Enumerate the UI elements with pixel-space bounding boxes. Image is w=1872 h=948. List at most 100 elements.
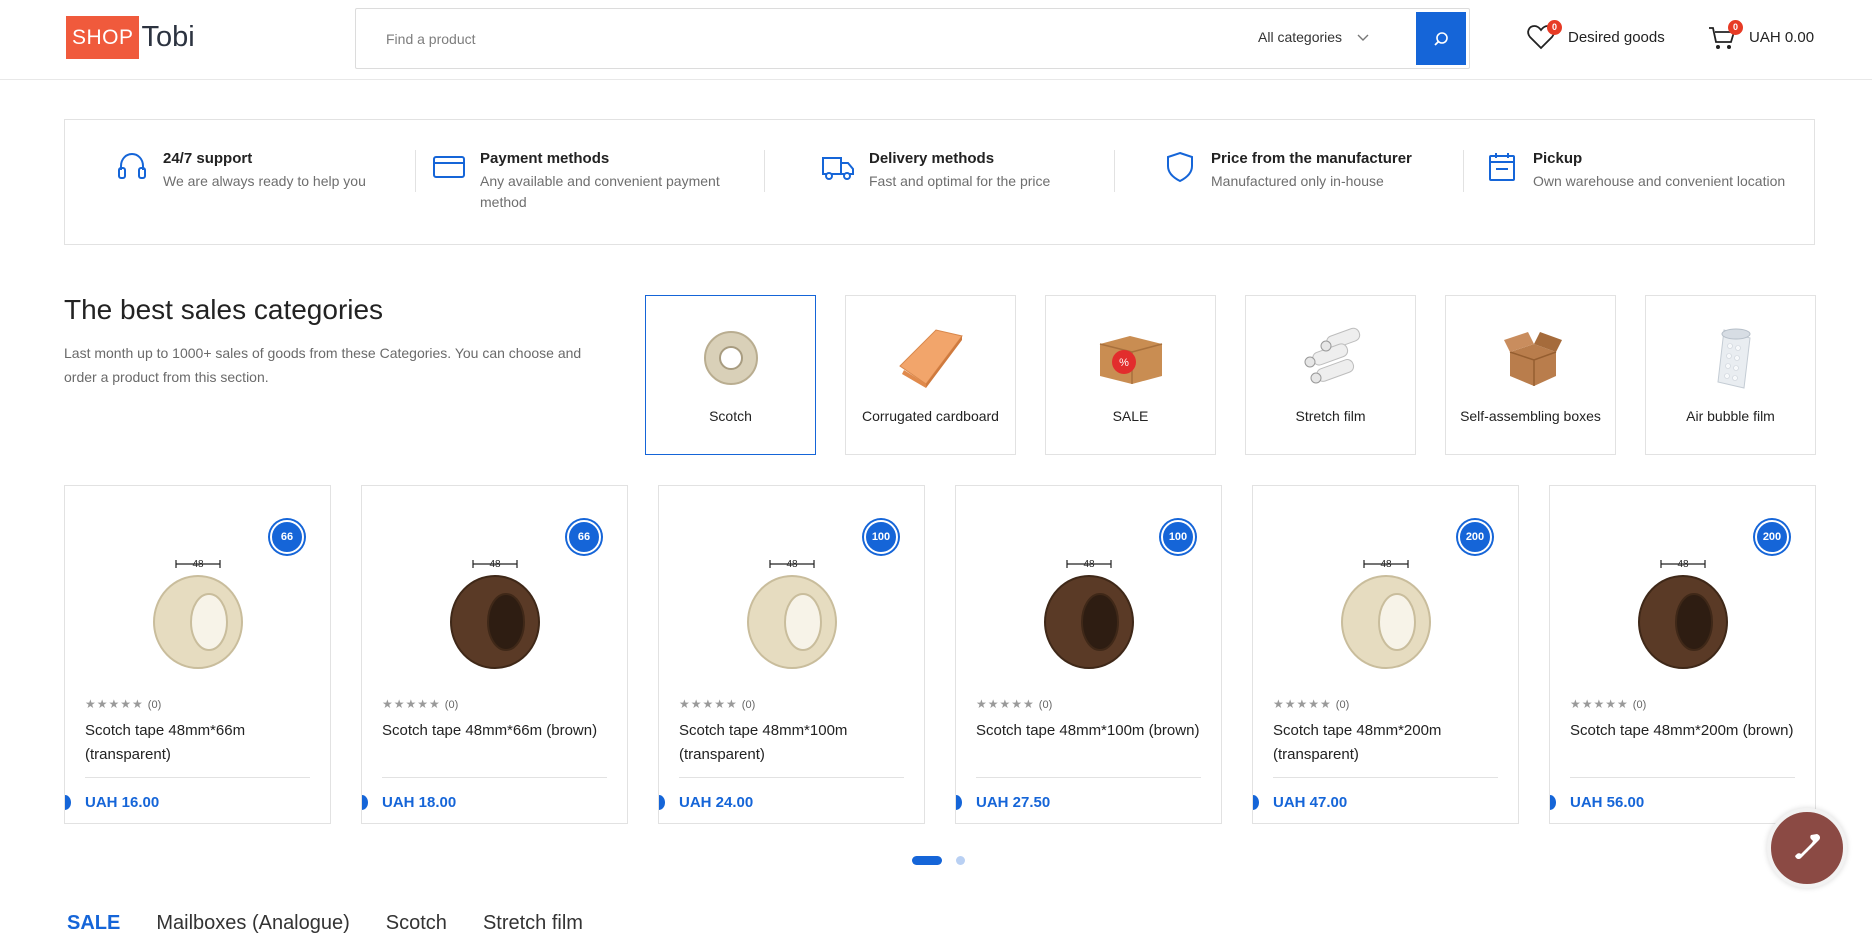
open-box-icon — [1503, 332, 1562, 386]
category-card-sale[interactable]: % SALE — [1045, 295, 1216, 455]
divider — [679, 777, 904, 778]
rating-stars: ★★★★★ (0) — [679, 697, 755, 711]
category-card-scotch[interactable]: Scotch — [645, 295, 816, 455]
star-icons: ★★★★★ — [85, 697, 144, 711]
product-name[interactable]: Scotch tape 48mm*100m (transparent) — [679, 719, 909, 767]
category-label: Scotch — [709, 408, 752, 424]
tape-roll-image: 48 — [1637, 559, 1728, 669]
cart-icon: 0 — [1707, 20, 1743, 52]
product-name[interactable]: Scotch tape 48mm*66m (brown) — [382, 719, 612, 743]
product-name[interactable]: Scotch tape 48mm*200m (transparent) — [1273, 719, 1503, 767]
stretch-film-icon — [1304, 327, 1360, 384]
price-marker — [1253, 795, 1259, 810]
length-badge: 66 — [270, 520, 304, 554]
category-card-air-bubble-film[interactable]: Air bubble film — [1645, 295, 1816, 455]
carousel-pagination — [912, 856, 965, 865]
product-card[interactable]: 200 48 ★★★★★ (0) Scotch tape 48mm*200m (brow… — [1549, 485, 1816, 824]
feature-subtitle: Any available and convenient payment met… — [480, 173, 720, 210]
category-label: Corrugated cardboard — [862, 408, 999, 424]
feature-payment: Payment methods Any available and conven… — [432, 150, 732, 213]
feature-pickup: Pickup Own warehouse and convenient loca… — [1485, 150, 1785, 192]
category-label: Air bubble film — [1686, 408, 1775, 424]
pagination-dot-active[interactable] — [912, 856, 942, 865]
product-card[interactable]: 100 48 ★★★★★ (0) Scotch tape 48mm*100m (brow… — [955, 485, 1222, 824]
price-marker — [659, 795, 665, 810]
wishlist-label: Desired goods — [1568, 28, 1665, 46]
product-price: UAH 47.00 — [1273, 794, 1348, 811]
divider — [764, 150, 765, 192]
category-label: Self-assembling boxes — [1460, 408, 1601, 424]
heart-icon: 0 — [1526, 20, 1562, 52]
feature-delivery: Delivery methods Fast and optimal for th… — [821, 150, 1050, 192]
price-marker — [65, 795, 71, 810]
rating-count: (0) — [444, 699, 459, 711]
product-card[interactable]: 66 48 ★★★★★ (0) Scotch tape 48mm*66m (transp… — [64, 485, 331, 824]
tape-width-label: 48 — [489, 559, 501, 570]
rating-count: (0) — [1632, 699, 1647, 711]
logo-shop-text: SHOP — [66, 16, 139, 59]
rating-count: (0) — [741, 699, 756, 711]
length-badge: 66 — [567, 520, 601, 554]
divider — [1570, 777, 1795, 778]
product-card[interactable]: 100 48 ★★★★★ (0) Scotch tape 48mm*100m (tran… — [658, 485, 925, 824]
cart-count-badge: 0 — [1728, 20, 1743, 35]
search-input[interactable] — [386, 29, 1186, 49]
length-badge: 200 — [1755, 520, 1789, 554]
category-label: SALE — [1112, 408, 1149, 424]
call-button[interactable] — [1767, 808, 1847, 888]
product-name[interactable]: Scotch tape 48mm*66m (transparent) — [85, 719, 315, 767]
cart-link[interactable]: 0 UAH 0.00 — [1707, 20, 1814, 52]
feature-title: Delivery methods — [869, 150, 995, 167]
product-price: UAH 18.00 — [382, 794, 457, 811]
categories-description: Last month up to 1000+ sales of goods fr… — [64, 345, 582, 385]
divider — [1114, 150, 1115, 192]
feature-title: Price from the manufacturer — [1211, 150, 1412, 167]
length-badge: 100 — [1161, 520, 1195, 554]
search-button[interactable] — [1416, 12, 1466, 65]
pagination-dot[interactable] — [956, 856, 965, 865]
product-name[interactable]: Scotch tape 48mm*200m (brown) — [1570, 719, 1800, 743]
length-badge: 100 — [864, 520, 898, 554]
rating-stars: ★★★★★ (0) — [382, 697, 458, 711]
product-card[interactable]: 66 48 ★★★★★ (0) Scotch tape 48mm*66m (brown)… — [361, 485, 628, 824]
wishlist-count-badge: 0 — [1547, 20, 1562, 35]
price-marker — [1550, 795, 1556, 810]
tape-roll-image: 48 — [1340, 559, 1431, 669]
star-icons: ★★★★★ — [1570, 697, 1629, 711]
product-card[interactable]: 200 48 ★★★★★ (0) Scotch tape 48mm*200m (tran… — [1252, 485, 1519, 824]
product-price: UAH 24.00 — [679, 794, 754, 811]
tab-stretch-film[interactable]: Stretch film — [483, 912, 583, 935]
product-name[interactable]: Scotch tape 48mm*100m (brown) — [976, 719, 1206, 743]
wishlist-link[interactable]: 0 Desired goods — [1526, 20, 1665, 52]
logo-tobi-text: Tobi — [141, 21, 195, 53]
price-marker — [362, 795, 368, 810]
price-marker — [956, 795, 962, 810]
category-card-stretch-film[interactable]: Stretch film — [1245, 295, 1416, 455]
divider — [1463, 150, 1464, 192]
star-icons: ★★★★★ — [976, 697, 1035, 711]
rating-count: (0) — [147, 699, 162, 711]
tape-roll-icon — [703, 331, 758, 385]
star-icons: ★★★★★ — [1273, 697, 1332, 711]
tab-sale[interactable]: SALE — [67, 912, 120, 935]
feature-title: Payment methods — [480, 150, 610, 167]
site-logo[interactable]: SHOP Tobi — [66, 16, 195, 59]
length-badge: 200 — [1458, 520, 1492, 554]
shield-icon — [1167, 151, 1193, 183]
credit-card-icon — [433, 156, 465, 178]
category-card-self-assembling-boxes[interactable]: Self-assembling boxes — [1445, 295, 1616, 455]
features-strip: 24/7 support We are always ready to help… — [64, 119, 1815, 245]
tape-roll-image: 48 — [449, 559, 540, 669]
feature-title: 24/7 support — [163, 150, 253, 167]
rating-stars: ★★★★★ (0) — [1570, 697, 1646, 711]
product-tabs: SALE Mailboxes (Analogue) Scotch Stretch… — [67, 912, 619, 935]
divider — [1273, 777, 1498, 778]
category-select-label: All categories — [1258, 29, 1343, 45]
tab-scotch[interactable]: Scotch — [386, 912, 447, 935]
tab-mailboxes[interactable]: Mailboxes (Analogue) — [156, 912, 349, 935]
feature-support: 24/7 support We are always ready to help… — [115, 150, 366, 192]
categories-title: The best sales categories — [64, 294, 384, 325]
category-card-corrugated-cardboard[interactable]: Corrugated cardboard — [845, 295, 1016, 455]
search-bar: All categories — [355, 8, 1470, 69]
category-select[interactable]: All categories — [1258, 29, 1370, 45]
